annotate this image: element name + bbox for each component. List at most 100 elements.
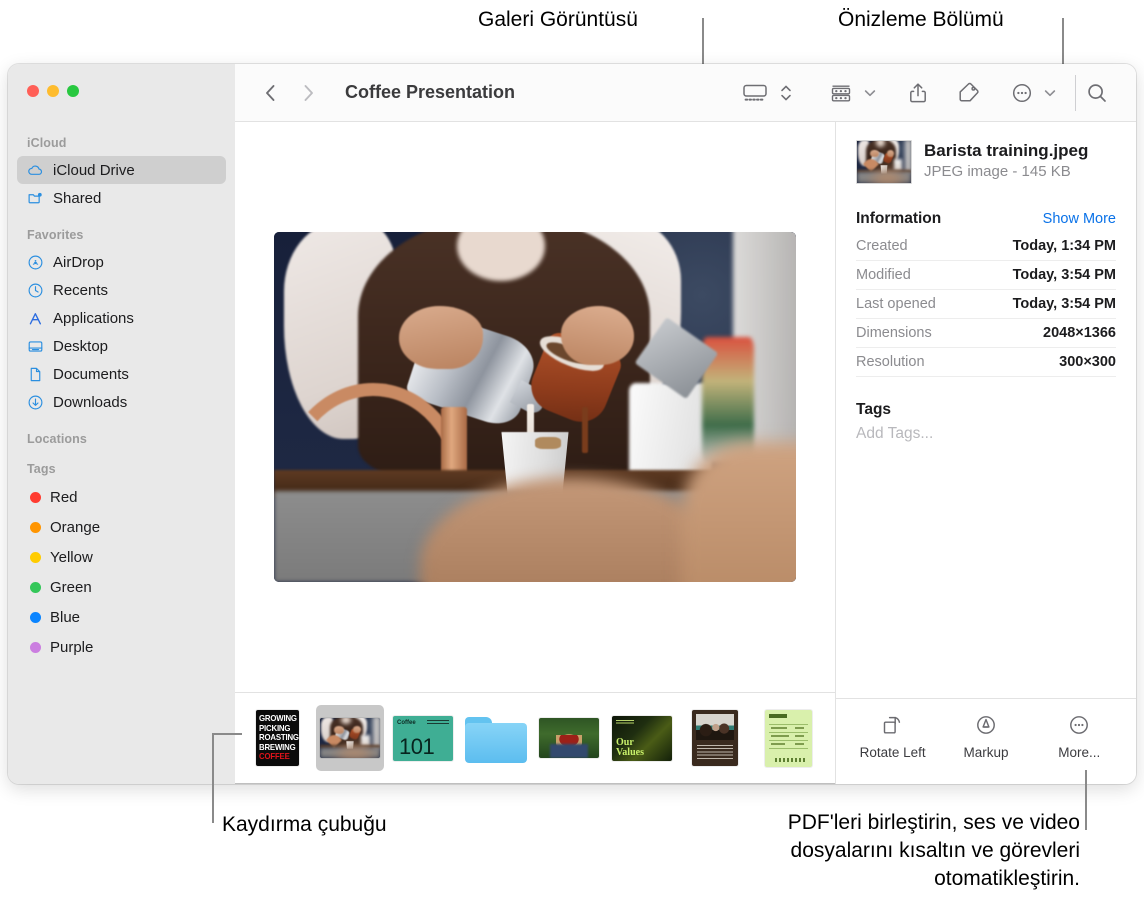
sidebar-item-documents[interactable]: Documents (17, 360, 226, 388)
sidebar-tag-yellow[interactable]: Yellow (17, 542, 226, 572)
document-icon (27, 366, 44, 383)
our-values-thumbnail: Our Values (612, 716, 672, 761)
sidebar-item-label: Applications (53, 310, 134, 327)
tag-color-dot (30, 522, 41, 533)
sidebar-section-tags: Tags (8, 462, 235, 482)
quick-action-label: Rotate Left (860, 745, 926, 760)
callout-quick-actions-line3: otomatikleştirin. (640, 865, 1080, 893)
sidebar-section-locations: Locations (8, 432, 235, 452)
preview-pane: Barista training.jpeg JPEG image - 145 K… (836, 122, 1136, 784)
info-key: Modified (856, 267, 911, 283)
sidebar-item-shared[interactable]: Shared (17, 184, 226, 212)
sidebar-item-label: Documents (53, 366, 129, 383)
more-actions-button[interactable] (1005, 76, 1039, 110)
more-actions-chevron-down-icon[interactable] (1039, 76, 1061, 110)
view-mode-stepper[interactable] (775, 76, 797, 110)
filmstrip-item-our-values[interactable]: Our Values (608, 705, 676, 771)
tag-color-dot (30, 492, 41, 503)
add-tags-input[interactable]: Add Tags... (856, 425, 1116, 443)
group-by-button[interactable] (823, 76, 859, 110)
gallery-view: GROWING PICKING ROASTING BREWING COFFEE (235, 122, 836, 784)
sidebar-item-label: Recents (53, 282, 108, 299)
callout-quick-actions-line1: PDF'leri birleştirin, ses ve video (640, 809, 1080, 837)
filmstrip-item-meeting-document[interactable] (681, 705, 749, 771)
callout-quick-actions: PDF'leri birleştirin, ses ve video dosya… (640, 809, 1080, 893)
main-row: GROWING PICKING ROASTING BREWING COFFEE (235, 122, 1136, 784)
sidebar-tag-purple[interactable]: Purple (17, 632, 226, 662)
sidebar-section-favorites: Favorites (8, 228, 235, 248)
callout-preview-pane: Önizleme Bölümü (838, 6, 1004, 34)
filmstrip-item-barista-training[interactable] (316, 705, 384, 771)
tag-color-dot (30, 642, 41, 653)
sidebar-tag-blue[interactable]: Blue (17, 602, 226, 632)
green-form-thumbnail (765, 710, 812, 767)
callout-scrollbar: Kaydırma çubuğu (222, 811, 387, 839)
coffee-101-thumbnail: Coffee 101 (393, 716, 453, 761)
preview-info-scroll: Barista training.jpeg JPEG image - 145 K… (836, 122, 1136, 698)
zoom-button[interactable] (67, 85, 79, 97)
more-circle-icon (1067, 713, 1091, 737)
info-key: Created (856, 238, 908, 254)
callout-gallery-view: Galeri Görüntüsü (478, 6, 638, 34)
gallery-preview-area (235, 122, 835, 692)
info-value: Today, 3:54 PM (1013, 296, 1116, 312)
meeting-document-thumbnail (692, 710, 738, 766)
tag-button[interactable] (952, 76, 986, 110)
callout-line-scrollbar-horizontal (212, 733, 242, 735)
sidebar-item-desktop[interactable]: Desktop (17, 332, 226, 360)
slide-text-lines (427, 720, 449, 726)
filmstrip-item-coffee-101[interactable]: Coffee 101 (389, 705, 457, 771)
sidebar-tag-orange[interactable]: Orange (17, 512, 226, 542)
show-more-link[interactable]: Show More (1043, 211, 1116, 227)
close-button[interactable] (27, 85, 39, 97)
sidebar-item-downloads[interactable]: Downloads (17, 388, 226, 416)
info-row-resolution: Resolution 300×300 (856, 348, 1116, 377)
back-button[interactable] (255, 78, 285, 108)
callout-line-quick-actions (1085, 770, 1087, 830)
sidebar-item-icloud-drive[interactable]: iCloud Drive (17, 156, 226, 184)
forward-button[interactable] (293, 78, 323, 108)
view-mode-gallery-button[interactable] (737, 76, 773, 110)
markup-icon (974, 713, 998, 737)
filmstrip[interactable]: GROWING PICKING ROASTING BREWING COFFEE (235, 692, 835, 784)
filmstrip-item-folder[interactable] (462, 705, 530, 771)
window-controls (27, 85, 79, 97)
filmstrip-item-berries[interactable] (535, 705, 603, 771)
finder-window: iCloud iCloud Drive Shared (8, 64, 1136, 784)
berries-harvest-thumbnail (539, 718, 599, 758)
coffee-poster-thumbnail: GROWING PICKING ROASTING BREWING COFFEE (256, 710, 299, 766)
desktop-icon (27, 338, 44, 355)
clock-icon (27, 282, 44, 299)
quick-action-label: More... (1058, 745, 1100, 760)
filmstrip-item-green-form[interactable] (754, 705, 822, 771)
minimize-button[interactable] (47, 85, 59, 97)
sidebar-item-applications[interactable]: Applications (17, 304, 226, 332)
quick-action-more[interactable]: More... (1035, 713, 1123, 760)
info-key: Resolution (856, 354, 925, 370)
info-key: Dimensions (856, 325, 932, 341)
sidebar-tag-green[interactable]: Green (17, 572, 226, 602)
page-title: Coffee Presentation (345, 82, 515, 103)
file-subtitle: JPEG image - 145 KB (924, 163, 1088, 180)
filmstrip-item-coffee-poster[interactable]: GROWING PICKING ROASTING BREWING COFFEE (243, 705, 311, 771)
slide-heading: Coffee (397, 720, 416, 726)
info-value: Today, 1:34 PM (1013, 238, 1116, 254)
sidebar-item-label: Blue (50, 609, 80, 626)
group-by-chevron-down-icon[interactable] (859, 76, 881, 110)
callout-quick-actions-line2: dosyalarını kısaltın ve görevleri (640, 837, 1080, 865)
sidebar-item-recents[interactable]: Recents (17, 276, 226, 304)
sidebar-item-airdrop[interactable]: AirDrop (17, 248, 226, 276)
gallery-main-image[interactable] (274, 232, 796, 582)
share-button[interactable] (903, 76, 933, 110)
values-title-line1: Our (616, 738, 644, 748)
quick-action-rotate-left[interactable]: Rotate Left (849, 713, 937, 760)
information-title: Information (856, 210, 941, 228)
search-button[interactable] (1080, 76, 1114, 110)
quick-action-markup[interactable]: Markup (942, 713, 1030, 760)
sidebar-tag-red[interactable]: Red (17, 482, 226, 512)
poster-accent-line: COFFEE (259, 752, 293, 762)
quick-action-label: Markup (963, 745, 1008, 760)
sidebar: iCloud iCloud Drive Shared (8, 64, 235, 784)
sidebar-item-label: AirDrop (53, 254, 104, 271)
slide-number: 101 (399, 734, 434, 760)
